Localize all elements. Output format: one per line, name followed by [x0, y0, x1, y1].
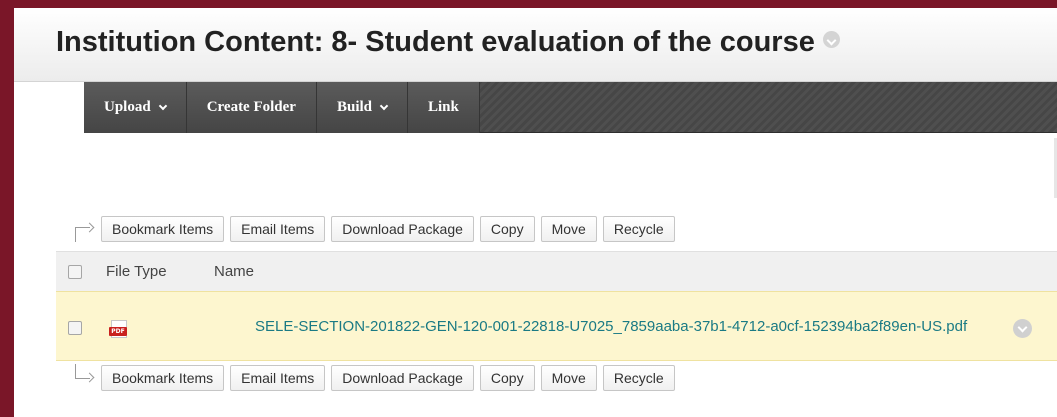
- build-label: Build: [336, 99, 372, 115]
- top-toolbar: Bookmark Items Email Items Download Pack…: [69, 215, 681, 243]
- file-options-chevron-icon[interactable]: [1013, 319, 1032, 338]
- bookmark-items-button[interactable]: Bookmark Items: [101, 216, 225, 242]
- recycle-button[interactable]: Recycle: [602, 365, 675, 391]
- email-items-button[interactable]: Email Items: [230, 216, 326, 242]
- list-header: File Type Name: [56, 251, 1057, 291]
- link-label: Link: [428, 99, 459, 115]
- download-package-button[interactable]: Download Package: [331, 365, 474, 391]
- email-items-button[interactable]: Email Items: [230, 365, 326, 391]
- recycle-button[interactable]: Recycle: [602, 216, 675, 242]
- content-frame: Institution Content: 8- Student evaluati…: [14, 8, 1057, 417]
- link-button[interactable]: Link: [408, 82, 480, 133]
- page-title: Institution Content: 8- Student evaluati…: [56, 26, 840, 59]
- bottom-toolbar: Bookmark Items Email Items Download Pack…: [69, 364, 681, 392]
- action-tabs: Upload Create Folder Build Link: [84, 82, 480, 133]
- select-all-checkbox[interactable]: [68, 265, 82, 279]
- chevron-down-icon: [158, 101, 167, 110]
- name-column-header[interactable]: Name: [214, 263, 254, 280]
- bookmark-items-button[interactable]: Bookmark Items: [101, 365, 225, 391]
- page-title-text: Institution Content: 8- Student evaluati…: [56, 26, 815, 58]
- file-name-link[interactable]: SELE-SECTION-201822-GEN-120-001-22818-U7…: [255, 318, 967, 335]
- move-button[interactable]: Move: [540, 365, 597, 391]
- title-options-chevron-icon[interactable]: [822, 31, 840, 48]
- create-folder-label: Create Folder: [206, 99, 296, 115]
- move-button[interactable]: Move: [540, 216, 597, 242]
- action-bar: Upload Create Folder Build Link: [84, 82, 1057, 133]
- upload-label: Upload: [104, 99, 151, 115]
- copy-button[interactable]: Copy: [479, 216, 535, 242]
- chevron-down-icon: [379, 101, 389, 110]
- page-header: Institution Content: 8- Student evaluati…: [14, 8, 1057, 82]
- selection-arrow-down-icon: [69, 364, 101, 392]
- selection-arrow-up-icon: [69, 215, 101, 243]
- create-folder-button[interactable]: Create Folder: [186, 82, 317, 133]
- row-select-checkbox[interactable]: [68, 321, 82, 335]
- pdf-file-icon: PDF: [109, 320, 127, 338]
- build-menu-button[interactable]: Build: [316, 82, 408, 133]
- upload-menu-button[interactable]: Upload: [84, 82, 187, 133]
- copy-button[interactable]: Copy: [479, 365, 535, 391]
- download-package-button[interactable]: Download Package: [331, 216, 474, 242]
- pdf-icon-label: PDF: [109, 327, 127, 336]
- table-row: PDF SELE-SECTION-201822-GEN-120-001-2281…: [56, 291, 1057, 361]
- file-type-column-header[interactable]: File Type: [106, 263, 167, 280]
